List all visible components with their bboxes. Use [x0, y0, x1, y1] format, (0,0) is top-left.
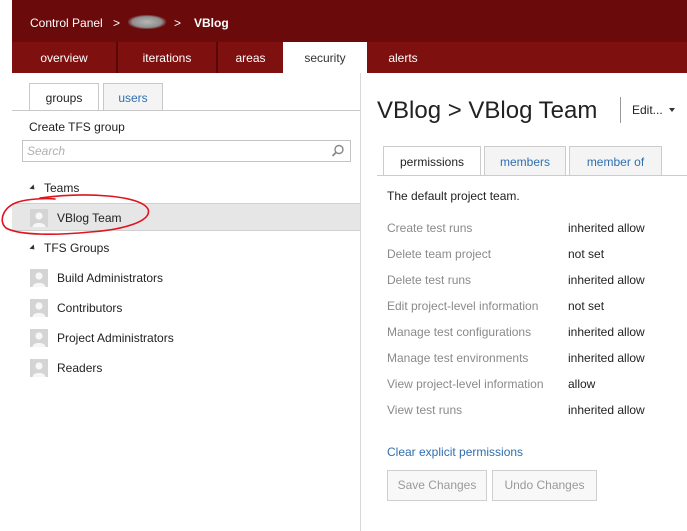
- permission-name: View test runs: [387, 403, 463, 417]
- permission-name: Delete test runs: [387, 273, 472, 287]
- permission-name: Manage test configurations: [387, 325, 532, 339]
- group-item-readers[interactable]: Readers: [12, 354, 360, 382]
- group-avatar-icon: [30, 329, 48, 347]
- permission-row: Manage test environments inherited allow: [387, 351, 687, 377]
- group-avatar-icon: [30, 299, 48, 317]
- edit-menu-label: Edit...: [632, 103, 663, 117]
- teams-heading[interactable]: Teams: [29, 181, 80, 195]
- permission-value[interactable]: not set: [568, 247, 604, 261]
- permission-row: Manage test configurations inherited all…: [387, 325, 687, 351]
- permission-name: View project-level information: [387, 377, 544, 391]
- tab-security[interactable]: security: [283, 42, 367, 73]
- permission-value[interactable]: inherited allow: [568, 403, 645, 417]
- top-header: Control Panel > > VBlog: [12, 0, 687, 42]
- permission-row: Create test runs inherited allow: [387, 221, 687, 247]
- group-item-project-administrators[interactable]: Project Administrators: [12, 324, 360, 352]
- tab-users[interactable]: users: [103, 83, 163, 111]
- group-avatar-icon: [30, 209, 48, 227]
- group-avatar-icon: [30, 269, 48, 287]
- tab-divider: [377, 175, 687, 176]
- tab-overview[interactable]: overview: [12, 42, 116, 73]
- group-item-label: Build Administrators: [57, 271, 164, 285]
- tab-groups[interactable]: groups: [29, 83, 99, 111]
- permission-value[interactable]: inherited allow: [568, 325, 645, 339]
- permission-value[interactable]: inherited allow: [568, 221, 645, 235]
- permission-value[interactable]: inherited allow: [568, 273, 645, 287]
- header-left-strip: [0, 0, 12, 73]
- tfs-groups-heading[interactable]: TFS Groups: [29, 241, 110, 255]
- page-title: VBlog > VBlog Team: [377, 97, 598, 124]
- group-item-label: Project Administrators: [57, 331, 174, 345]
- permission-name: Create test runs: [387, 221, 473, 235]
- permission-value[interactable]: not set: [568, 299, 604, 313]
- breadcrumb-control-panel[interactable]: Control Panel: [30, 16, 103, 30]
- tab-divider: [12, 110, 360, 111]
- details-panel: VBlog > VBlog Team Edit... permissions m…: [367, 73, 687, 531]
- permission-name: Manage test environments: [387, 351, 529, 365]
- chevron-down-icon: [668, 108, 675, 112]
- tab-member-of[interactable]: member of: [569, 146, 662, 176]
- tab-iterations[interactable]: iterations: [116, 42, 216, 73]
- clear-explicit-permissions-link[interactable]: Clear explicit permissions: [387, 445, 523, 459]
- team-item-vblog-team[interactable]: VBlog Team: [12, 203, 360, 231]
- permission-row: Delete team project not set: [387, 247, 687, 273]
- tab-alerts[interactable]: alerts: [367, 42, 439, 73]
- permission-value[interactable]: allow: [568, 377, 595, 391]
- teams-heading-label: Teams: [44, 181, 80, 195]
- edit-menu[interactable]: Edit...: [632, 103, 675, 117]
- tab-members[interactable]: members: [484, 146, 566, 176]
- title-divider: [620, 97, 621, 123]
- tab-permissions[interactable]: permissions: [383, 146, 481, 176]
- group-item-contributors[interactable]: Contributors: [12, 294, 360, 322]
- permission-row: Edit project-level information not set: [387, 299, 687, 325]
- groups-panel: groups users Create TFS group Teams VBlo…: [12, 73, 361, 531]
- breadcrumb-project[interactable]: VBlog: [194, 16, 229, 30]
- search-box: [22, 140, 351, 162]
- nav-tab-bar: overview iterations areas security alert…: [12, 42, 687, 73]
- tab-areas[interactable]: areas: [216, 42, 283, 73]
- permission-row: View project-level information allow: [387, 377, 687, 403]
- group-avatar-icon: [30, 359, 48, 377]
- permission-name: Delete team project: [387, 247, 492, 261]
- permission-row: Delete test runs inherited allow: [387, 273, 687, 299]
- breadcrumb-separator: >: [113, 16, 121, 30]
- breadcrumb-separator: >: [174, 16, 182, 30]
- save-changes-button[interactable]: Save Changes: [387, 470, 487, 501]
- permission-name: Edit project-level information: [387, 299, 539, 313]
- team-item-label: VBlog Team: [57, 211, 122, 225]
- collapse-caret-icon[interactable]: [29, 184, 37, 192]
- permission-value[interactable]: inherited allow: [568, 351, 645, 365]
- breadcrumb-collection-blurred[interactable]: [128, 15, 166, 29]
- group-item-label: Readers: [57, 361, 103, 375]
- group-item-build-administrators[interactable]: Build Administrators: [12, 264, 360, 292]
- collapse-caret-icon[interactable]: [29, 244, 37, 252]
- group-item-label: Contributors: [57, 301, 123, 315]
- tfs-groups-heading-label: TFS Groups: [44, 241, 110, 255]
- undo-changes-button[interactable]: Undo Changes: [492, 470, 597, 501]
- permission-row: View test runs inherited allow: [387, 403, 687, 429]
- team-description: The default project team.: [387, 189, 520, 203]
- search-input[interactable]: [23, 141, 313, 161]
- create-tfs-group-link[interactable]: Create TFS group: [29, 120, 125, 134]
- search-icon[interactable]: [331, 144, 345, 158]
